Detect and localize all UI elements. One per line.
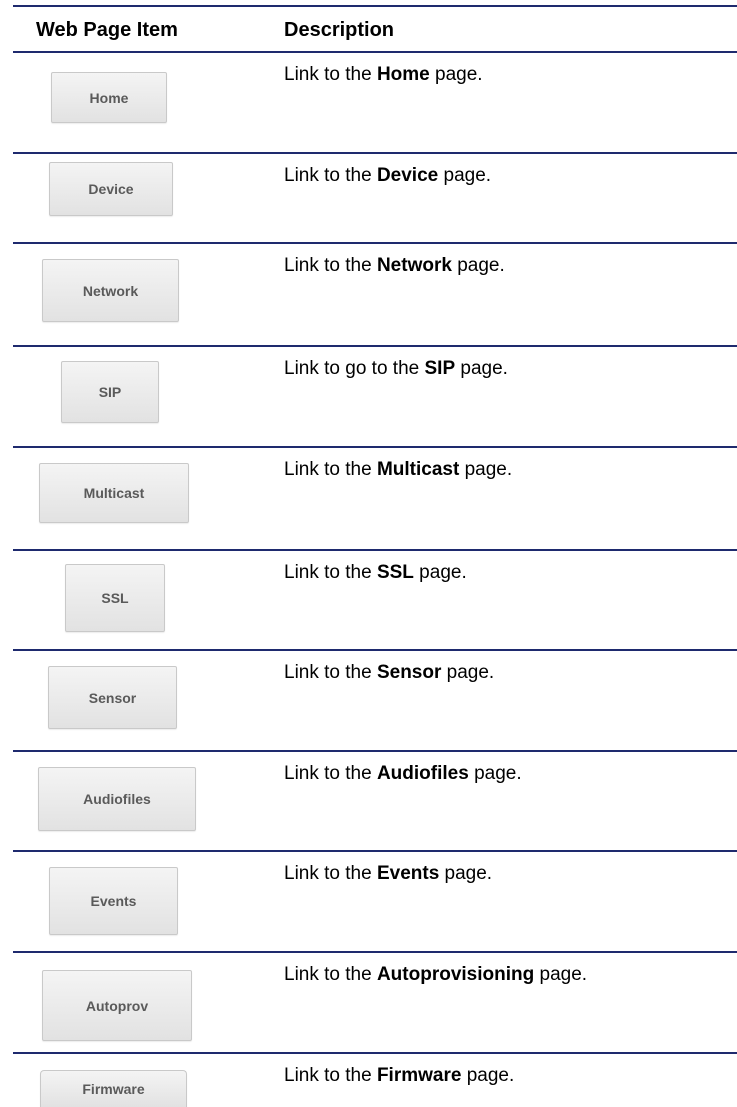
description-text: Link to the Network page. (284, 255, 505, 276)
autoprov-button[interactable]: Autoprov (42, 970, 192, 1041)
description-text: Link to the Multicast page. (284, 459, 513, 480)
description-text: Link to the Events page. (284, 863, 493, 884)
table-row: Firmware Link to the Firmware page. (13, 1054, 737, 1107)
device-button[interactable]: Device (49, 162, 173, 216)
column-header-description: Description (284, 19, 395, 41)
ssl-button[interactable]: SSL (65, 564, 165, 632)
table-row: Multicast Link to the Multicast page. (13, 448, 737, 551)
table-row: Sensor Link to the Sensor page. (13, 651, 737, 752)
description-text: Link to the Audiofiles page. (284, 763, 522, 784)
table-row: Home Link to the Home page. (13, 53, 737, 154)
table-row: SIP Link to go to the SIP page. (13, 347, 737, 448)
description-text: Link to the SSL page. (284, 562, 467, 583)
firmware-button[interactable]: Firmware (40, 1070, 187, 1107)
network-button[interactable]: Network (42, 259, 179, 322)
description-text: Link to the Firmware page. (284, 1065, 515, 1086)
table-row: Audiofiles Link to the Audiofiles page. (13, 752, 737, 852)
description-text: Link to the Home page. (284, 64, 483, 85)
description-text: Link to the Device page. (284, 165, 492, 186)
table-row: Events Link to the Events page. (13, 852, 737, 953)
table-row: Autoprov Link to the Autoprovisioning pa… (13, 953, 737, 1054)
description-text: Link to go to the SIP page. (284, 358, 508, 379)
table-row: Device Link to the Device page. (13, 154, 737, 244)
web-page-items-table: Web Page Item Description Home Link to t… (13, 5, 737, 1107)
description-text: Link to the Sensor page. (284, 662, 495, 683)
sensor-button[interactable]: Sensor (48, 666, 177, 729)
sip-button[interactable]: SIP (61, 361, 159, 423)
table-row: Network Link to the Network page. (13, 244, 737, 347)
events-button[interactable]: Events (49, 867, 178, 935)
table-row: SSL Link to the SSL page. (13, 551, 737, 651)
multicast-button[interactable]: Multicast (39, 463, 189, 523)
home-button[interactable]: Home (51, 72, 167, 123)
table-header: Web Page Item Description (13, 7, 737, 53)
description-text: Link to the Autoprovisioning page. (284, 964, 588, 985)
audiofiles-button[interactable]: Audiofiles (38, 767, 196, 831)
column-header-web-page-item: Web Page Item (36, 19, 178, 41)
